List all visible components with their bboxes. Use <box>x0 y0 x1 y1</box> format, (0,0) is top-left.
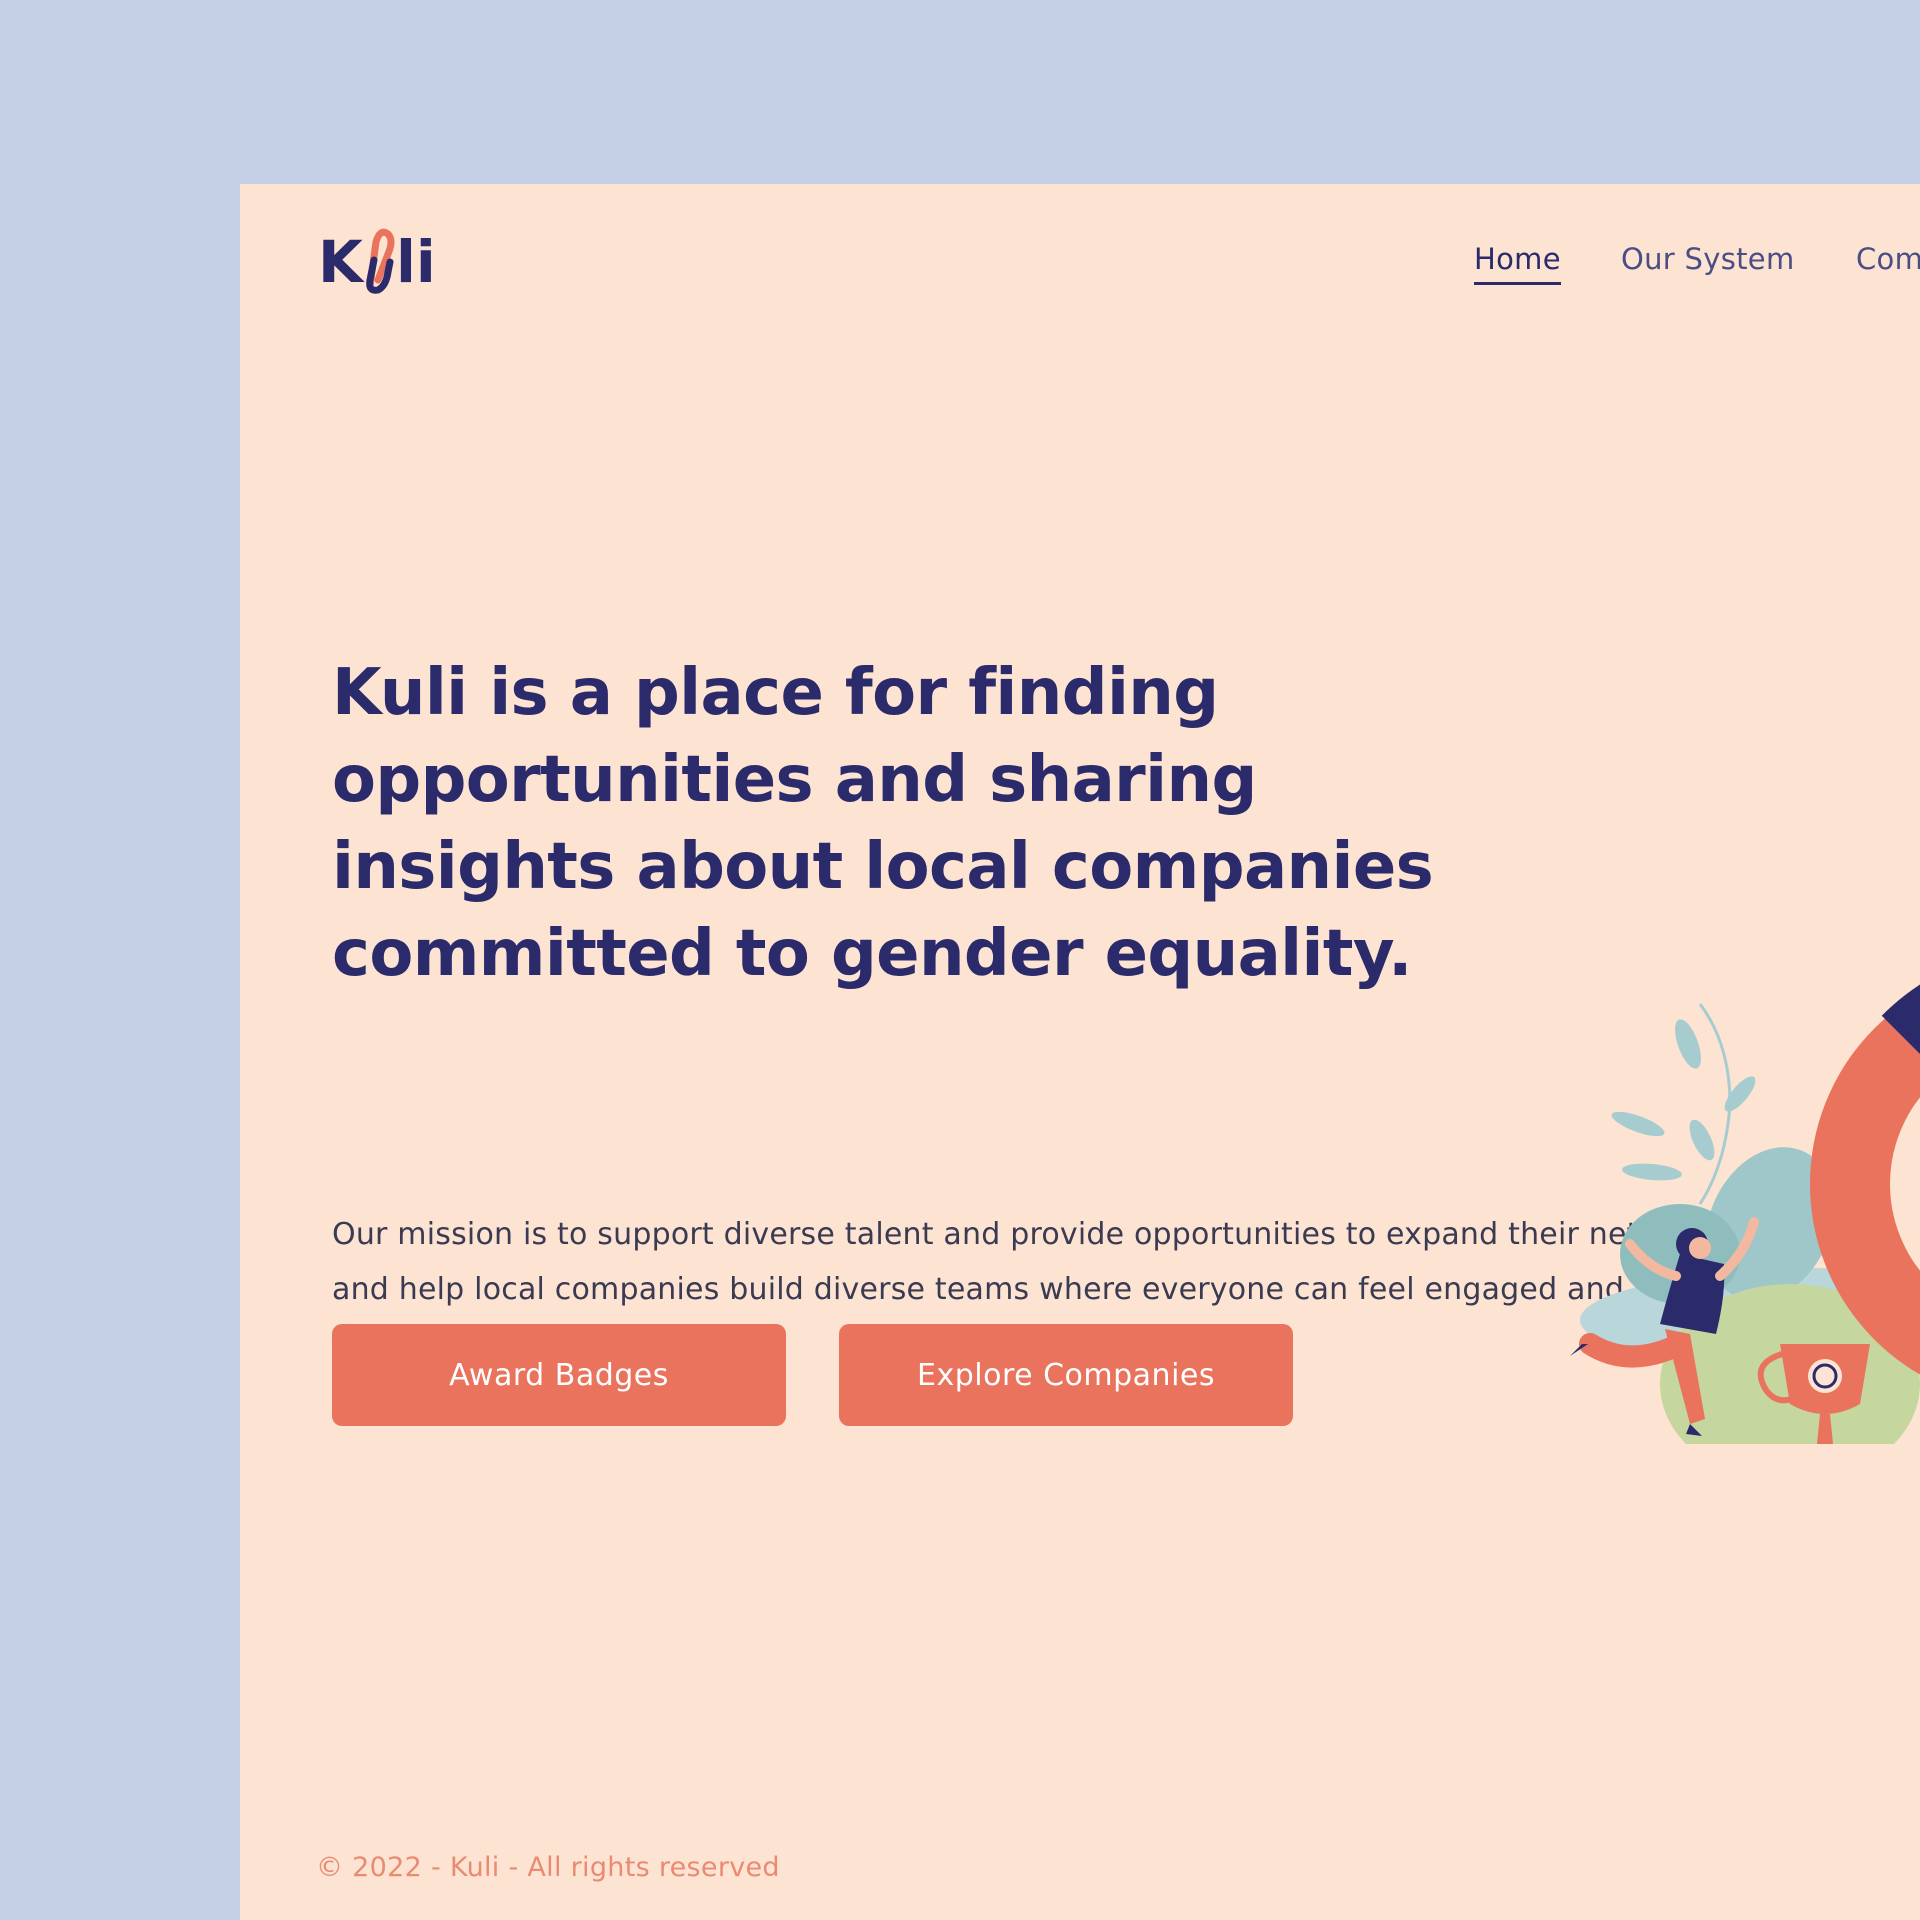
landing-page: K li Home Our System Com Kuli is a place… <box>240 184 1920 1920</box>
donut-ring-icon <box>1810 984 1920 1375</box>
main-nav: Home Our System Com <box>240 242 1920 302</box>
nav-item-our-system[interactable]: Our System <box>1621 242 1795 276</box>
hero-headline: Kuli is a place for finding opportunitie… <box>332 656 1434 991</box>
award-badges-button[interactable]: Award Badges <box>332 1324 786 1426</box>
hero-illustration <box>1530 824 1920 1444</box>
explore-companies-button[interactable]: Explore Companies <box>839 1324 1293 1426</box>
nav-item-companies[interactable]: Com <box>1856 242 1920 276</box>
nav-item-home[interactable]: Home <box>1474 242 1561 285</box>
footer-copyright: © 2022 - Kuli - All rights reserved <box>316 1852 780 1883</box>
